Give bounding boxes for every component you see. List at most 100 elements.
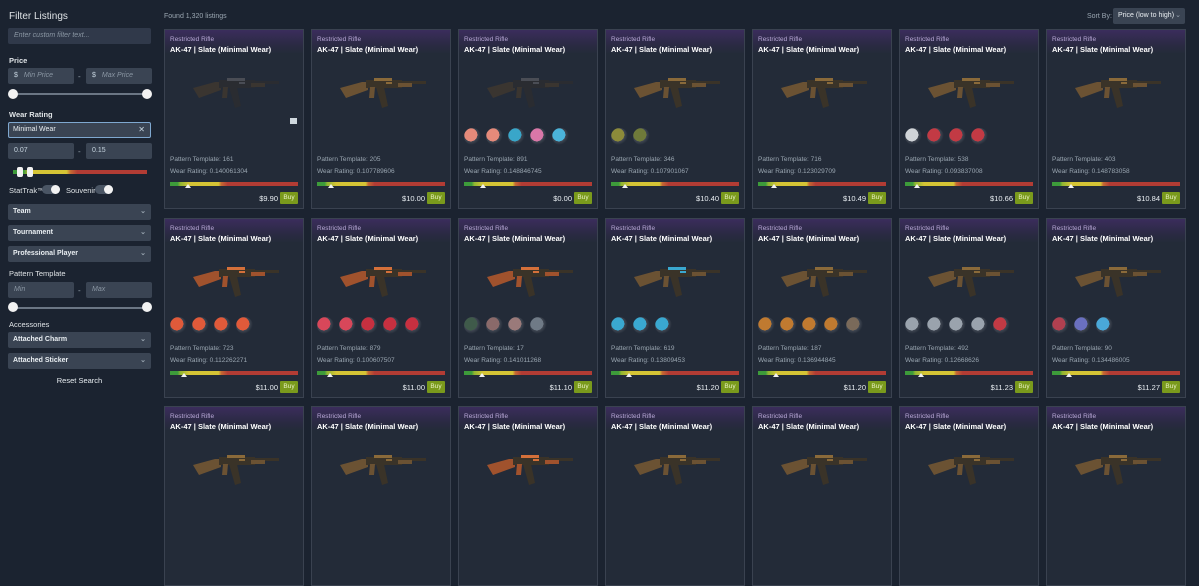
sticker-icon[interactable] xyxy=(655,317,672,334)
clear-wear-icon[interactable]: ✕ xyxy=(138,123,145,137)
buy-button[interactable]: Buy xyxy=(721,381,739,393)
buy-button[interactable]: Buy xyxy=(427,381,445,393)
listing-card[interactable]: Restricted Rifle AK-47 | Slate (Minimal … xyxy=(458,406,598,586)
wear-min-input[interactable]: 0.07 xyxy=(8,143,74,159)
listing-card[interactable]: Restricted Rifle AK-47 | Slate (Minimal … xyxy=(164,218,304,398)
listing-card[interactable]: Restricted Rifle AK-47 | Slate (Minimal … xyxy=(164,406,304,586)
listing-card[interactable]: Restricted Rifle AK-47 | Slate (Minimal … xyxy=(458,29,598,209)
listing-card[interactable]: Restricted Rifle AK-47 | Slate (Minimal … xyxy=(458,218,598,398)
listing-card[interactable]: Restricted Rifle AK-47 | Slate (Minimal … xyxy=(752,406,892,586)
sticker-icon[interactable] xyxy=(486,317,503,334)
sticker-icon[interactable] xyxy=(949,317,966,334)
sticker-icon[interactable] xyxy=(611,128,628,145)
sticker-icon[interactable] xyxy=(383,317,400,334)
sticker-icon[interactable] xyxy=(405,317,422,334)
listing-card[interactable]: Restricted Rifle AK-47 | Slate (Minimal … xyxy=(605,29,745,209)
min-price-input[interactable]: $ Min Price xyxy=(8,68,74,84)
sticker-icon[interactable] xyxy=(949,128,966,145)
pattern-max-input[interactable]: Max xyxy=(86,282,152,298)
professional-player-dropdown[interactable]: Professional Player ⌄ xyxy=(8,246,151,262)
attached-sticker-dropdown[interactable]: Attached Sticker ⌄ xyxy=(8,353,151,369)
sticker-icon[interactable] xyxy=(633,128,650,145)
listing-card[interactable]: Restricted Rifle AK-47 | Slate (Minimal … xyxy=(752,29,892,209)
sticker-icon[interactable] xyxy=(905,128,922,145)
sticker-icon[interactable] xyxy=(758,317,775,334)
sticker-icon[interactable] xyxy=(339,317,356,334)
sticker-icon[interactable] xyxy=(611,317,628,334)
price-slider-min-handle[interactable] xyxy=(8,89,18,99)
listing-card[interactable]: Restricted Rifle AK-47 | Slate (Minimal … xyxy=(164,29,304,209)
listing-card[interactable]: Restricted Rifle AK-47 | Slate (Minimal … xyxy=(1046,29,1186,209)
wear-slider-min-handle[interactable] xyxy=(17,167,23,177)
buy-button[interactable]: Buy xyxy=(1015,192,1033,204)
sticker-icon[interactable] xyxy=(464,317,481,334)
max-price-input[interactable]: $ Max Price xyxy=(86,68,152,84)
reset-search-button[interactable]: Reset Search xyxy=(8,376,151,385)
sticker-icon[interactable] xyxy=(508,128,525,145)
sticker-icon[interactable] xyxy=(214,317,231,334)
sticker-icon[interactable] xyxy=(530,317,547,334)
listing-card[interactable]: Restricted Rifle AK-47 | Slate (Minimal … xyxy=(1046,406,1186,586)
team-dropdown[interactable]: Team ⌄ xyxy=(8,204,151,220)
wear-max-input[interactable]: 0.15 xyxy=(86,143,152,159)
wear-rating-select[interactable]: Minimal Wear ✕ xyxy=(8,122,151,138)
sticker-icon[interactable] xyxy=(464,128,481,145)
sticker-icon[interactable] xyxy=(170,317,187,334)
sticker-icon[interactable] xyxy=(633,317,650,334)
listing-card[interactable]: Restricted Rifle AK-47 | Slate (Minimal … xyxy=(605,218,745,398)
sticker-icon[interactable] xyxy=(317,317,334,334)
buy-button[interactable]: Buy xyxy=(1015,381,1033,393)
buy-button[interactable]: Buy xyxy=(280,381,298,393)
attached-charm-dropdown[interactable]: Attached Charm ⌄ xyxy=(8,332,151,348)
price-slider-max-handle[interactable] xyxy=(142,89,152,99)
sticker-icon[interactable] xyxy=(993,317,1010,334)
sticker-icon[interactable] xyxy=(486,128,503,145)
buy-button[interactable]: Buy xyxy=(574,381,592,393)
listing-card[interactable]: Restricted Rifle AK-47 | Slate (Minimal … xyxy=(311,218,451,398)
sticker-icon[interactable] xyxy=(1052,317,1069,334)
listing-card[interactable]: Restricted Rifle AK-47 | Slate (Minimal … xyxy=(311,406,451,586)
sticker-icon[interactable] xyxy=(905,317,922,334)
pattern-min-input[interactable]: Min xyxy=(8,282,74,298)
sticker-icon[interactable] xyxy=(971,317,988,334)
wear-slider-track[interactable] xyxy=(13,170,147,174)
pattern-slider-track[interactable] xyxy=(13,307,147,309)
listing-card[interactable]: Restricted Rifle AK-47 | Slate (Minimal … xyxy=(899,218,1039,398)
buy-button[interactable]: Buy xyxy=(427,192,445,204)
sticker-icon[interactable] xyxy=(552,128,569,145)
sticker-icon[interactable] xyxy=(927,128,944,145)
listing-card[interactable]: Restricted Rifle AK-47 | Slate (Minimal … xyxy=(899,29,1039,209)
sticker-icon[interactable] xyxy=(508,317,525,334)
sticker-icon[interactable] xyxy=(530,128,547,145)
buy-button[interactable]: Buy xyxy=(721,192,739,204)
buy-button[interactable]: Buy xyxy=(280,192,298,204)
sticker-icon[interactable] xyxy=(1096,317,1113,334)
listing-card[interactable]: Restricted Rifle AK-47 | Slate (Minimal … xyxy=(899,406,1039,586)
sticker-icon[interactable] xyxy=(361,317,378,334)
listing-card[interactable]: Restricted Rifle AK-47 | Slate (Minimal … xyxy=(605,406,745,586)
buy-button[interactable]: Buy xyxy=(574,192,592,204)
wear-slider-max-handle[interactable] xyxy=(27,167,33,177)
sticker-icon[interactable] xyxy=(971,128,988,145)
listing-card[interactable]: Restricted Rifle AK-47 | Slate (Minimal … xyxy=(311,29,451,209)
tournament-dropdown[interactable]: Tournament ⌄ xyxy=(8,225,151,241)
inspect-icon[interactable] xyxy=(290,118,297,124)
souvenir-toggle[interactable] xyxy=(95,185,113,194)
sticker-icon[interactable] xyxy=(824,317,841,334)
pattern-slider-min-handle[interactable] xyxy=(8,302,18,312)
sticker-icon[interactable] xyxy=(802,317,819,334)
buy-button[interactable]: Buy xyxy=(1162,381,1180,393)
sticker-icon[interactable] xyxy=(927,317,944,334)
price-slider-track[interactable] xyxy=(13,93,147,95)
sticker-icon[interactable] xyxy=(192,317,209,334)
pattern-slider-max-handle[interactable] xyxy=(142,302,152,312)
sort-select[interactable]: Price (low to high) ⌄ xyxy=(1113,8,1185,24)
listing-card[interactable]: Restricted Rifle AK-47 | Slate (Minimal … xyxy=(1046,218,1186,398)
buy-button[interactable]: Buy xyxy=(868,381,886,393)
custom-filter-input[interactable]: Enter custom filter text... xyxy=(8,28,151,44)
sticker-icon[interactable] xyxy=(236,317,253,334)
buy-button[interactable]: Buy xyxy=(1162,192,1180,204)
sticker-icon[interactable] xyxy=(846,317,863,334)
stattrak-toggle[interactable] xyxy=(42,185,60,194)
buy-button[interactable]: Buy xyxy=(868,192,886,204)
